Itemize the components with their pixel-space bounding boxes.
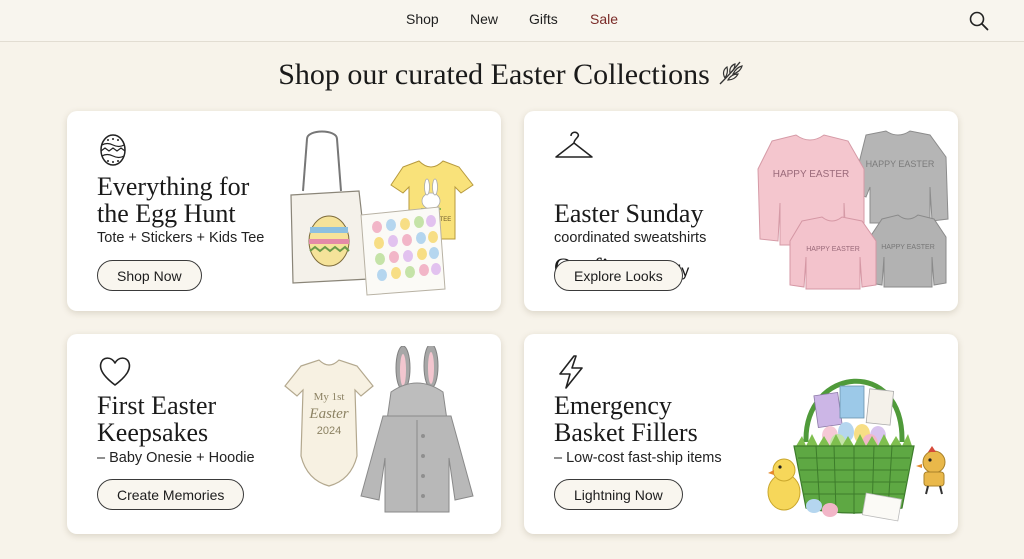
onesie-text-line3: 2024 [317, 425, 341, 437]
nav-sale[interactable]: Sale [590, 11, 618, 27]
baby-keepsakes-image: My 1st Easter 2024 [284, 346, 474, 513]
sprig-icon [719, 61, 743, 85]
onesie-text-line1: My 1st [314, 391, 345, 403]
card-first-easter[interactable]: First Easter Keepsakes – Baby Onesie + H… [67, 334, 501, 534]
card-subtitle: – Baby Onesie + Hoodie [97, 450, 255, 466]
page-headline: Shop our curated Easter Collections [0, 58, 1024, 92]
nav-shop[interactable]: Shop [406, 11, 439, 27]
search-icon[interactable] [968, 10, 990, 32]
easter-basket-image [767, 378, 946, 522]
card-easter-outfit[interactable]: Easter Sunday Outfit – Family coordinate… [524, 111, 958, 311]
sweatshirt-text: HAPPY EASTER [773, 169, 850, 180]
page-title: Shop our curated Easter Collections [278, 58, 710, 91]
card-title: Everything for the Egg Hunt [97, 172, 250, 228]
card-subtitle: – Low-cost fast-ship items [554, 450, 722, 466]
card-egg-hunt[interactable]: Everything for the Egg Hunt Tote + Stick… [67, 111, 501, 311]
top-nav: Shop New Gifts Sale [0, 0, 1024, 42]
heart-icon [99, 357, 131, 386]
nav-new[interactable]: New [470, 11, 498, 27]
card-title: Emergency Basket Fillers [554, 391, 698, 447]
onesie-text-line2: Easter [308, 406, 348, 422]
family-sweatshirts-image: HAPPY EASTER HAPPY EASTER HAPPY EASTER H… [757, 130, 949, 290]
sweatshirt-text: HAPPY EASTER [806, 246, 860, 253]
sweatshirt-text: HAPPY EASTER [866, 159, 935, 169]
card-basket-fillers[interactable]: Emergency Basket Fillers – Low-cost fast… [524, 334, 958, 534]
create-memories-button[interactable]: Create Memories [97, 479, 245, 510]
explore-looks-button[interactable]: Explore Looks [554, 260, 683, 291]
egg-hunt-products-image: GRAPHIC TEE [290, 130, 474, 296]
card-title: First Easter Keepsakes [97, 391, 217, 447]
lightning-now-button[interactable]: Lightning Now [554, 479, 683, 510]
card-subtitle: coordinated sweatshirts [554, 230, 707, 246]
shop-now-button[interactable]: Shop Now [97, 260, 202, 291]
lightning-icon [559, 355, 583, 389]
card-subtitle: Tote + Stickers + Kids Tee [97, 230, 265, 246]
hanger-icon [555, 131, 593, 158]
sweatshirt-text: HAPPY EASTER [881, 244, 935, 251]
nav-gifts[interactable]: Gifts [529, 11, 558, 27]
card-title-line1: Easter Sunday [554, 199, 704, 228]
easter-egg-icon [100, 134, 126, 166]
